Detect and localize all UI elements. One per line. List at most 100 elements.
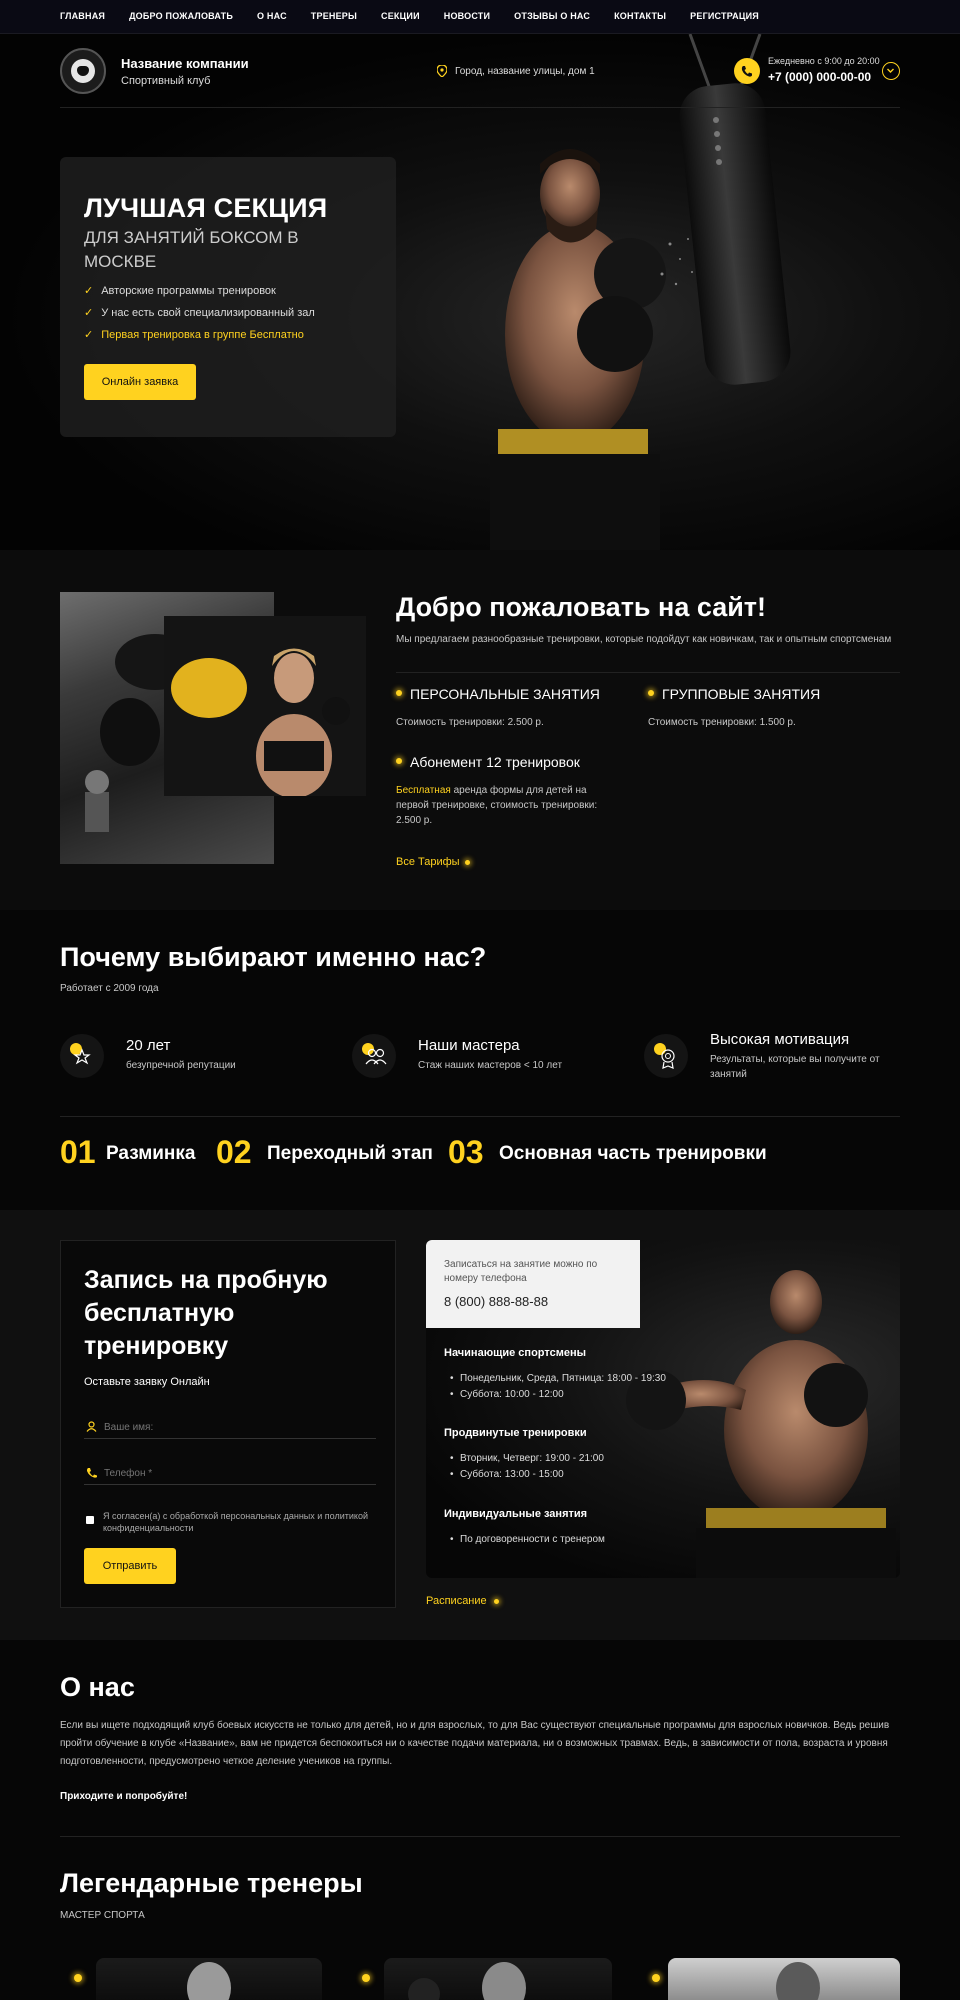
nav-item-contacts[interactable]: КОНТАКТЫ bbox=[614, 11, 666, 21]
nav-item-welcome[interactable]: ДОБРО ПОЖАЛОВАТЬ bbox=[129, 11, 233, 21]
welcome-title: Добро пожаловать на сайт! bbox=[396, 592, 767, 622]
feature-title: Высокая мотивация bbox=[710, 1031, 850, 1048]
team-icon bbox=[362, 1043, 387, 1065]
bullet-dot-icon bbox=[396, 690, 402, 696]
step-number: 01 bbox=[60, 1134, 96, 1170]
why-title: Почему выбирают именно нас? bbox=[60, 942, 487, 972]
trainer-photo[interactable] bbox=[668, 1958, 900, 2000]
hero-check-item: ✓ Первая тренировка в группе Бесплатно bbox=[84, 329, 304, 341]
hero-check-item: ✓ Авторские программы тренировок bbox=[84, 285, 276, 297]
about-cta: Приходите и попробуйте! bbox=[60, 1791, 188, 1802]
feature-icon-bg bbox=[644, 1034, 688, 1078]
service-desc: Бесплатная аренда формы для детей на пер… bbox=[396, 785, 598, 826]
about-text: Если вы ищете подходящий клуб боевых иск… bbox=[60, 1720, 890, 1767]
top-navigation: ГЛАВНАЯ ДОБРО ПОЖАЛОВАТЬ О НАС ТРЕНЕРЫ С… bbox=[0, 0, 960, 34]
female-boxer-image bbox=[164, 616, 366, 796]
address-text: Город, название улицы, дом 1 bbox=[455, 66, 595, 77]
welcome-text: Мы предлагаем разнообразные тренировки, … bbox=[396, 634, 892, 645]
nav-item-news[interactable]: НОВОСТИ bbox=[444, 11, 490, 21]
why-subtitle: Работает с 2009 года bbox=[60, 983, 159, 994]
schedule-group-title: Продвинутые тренировки bbox=[444, 1427, 587, 1439]
feature-desc: безупречной репутации bbox=[126, 1060, 236, 1071]
nav-item-sections[interactable]: СЕКЦИИ bbox=[381, 11, 420, 21]
service-price: Стоимость тренировки: 1.500 р. bbox=[648, 717, 796, 728]
name-input-underline bbox=[84, 1438, 376, 1439]
hero-check-item: ✓ У нас есть свой специализированный зал bbox=[84, 307, 315, 319]
schedule-link[interactable]: Расписание bbox=[426, 1595, 487, 1607]
feature-title: 20 лет bbox=[126, 1037, 171, 1054]
schedule-item: Суббота: 13:00 - 15:00 bbox=[450, 1469, 564, 1480]
feature-title: Наши мастера bbox=[418, 1037, 520, 1054]
contacts-dropdown-button[interactable] bbox=[882, 62, 900, 80]
schedule-item: Понедельник, Среда, Пятница: 18:00 - 19:… bbox=[450, 1373, 666, 1384]
trainer-dot-icon bbox=[362, 1974, 370, 1982]
step-label: Разминка bbox=[106, 1143, 196, 1164]
step-label: Переходный этап bbox=[267, 1143, 433, 1164]
trainer-dot-icon bbox=[652, 1974, 660, 1982]
schedule-item: По договоренности с тренером bbox=[450, 1534, 605, 1545]
nav-item-home[interactable]: ГЛАВНАЯ bbox=[60, 11, 105, 21]
nav-item-register[interactable]: РЕГИСТРАЦИЯ bbox=[690, 11, 759, 21]
welcome-divider bbox=[396, 672, 900, 673]
trainer-image bbox=[408, 1962, 526, 2000]
step-label: Основная часть тренировки bbox=[499, 1143, 767, 1164]
trainer-dot-icon bbox=[74, 1974, 82, 1982]
consent-checkbox[interactable] bbox=[86, 1516, 94, 1524]
online-request-button[interactable]: Онлайн заявка bbox=[84, 364, 196, 400]
hero-title: ЛУЧШАЯ СЕКЦИЯ bbox=[84, 193, 328, 223]
all-tariffs-link[interactable]: Все Тарифы bbox=[396, 856, 460, 868]
name-input[interactable] bbox=[104, 1418, 376, 1436]
working-hours: Ежедневно с 9:00 до 20:00 bbox=[768, 56, 880, 66]
nav-item-reviews[interactable]: ОТЗЫВЫ О НАС bbox=[514, 11, 590, 21]
hero-subtitle: ДЛЯ ЗАНЯТИЙ БОКСОМ В МОСКВЕ bbox=[84, 228, 299, 271]
bullet-dot-icon bbox=[648, 690, 654, 696]
service-price: Стоимость тренировки: 2.500 р. bbox=[396, 717, 544, 728]
schedule-item: Суббота: 10:00 - 12:00 bbox=[450, 1389, 564, 1400]
trial-form-title: Запись на пробную бесплатную тренировку bbox=[84, 1266, 328, 1360]
phone-input[interactable] bbox=[104, 1464, 376, 1482]
trainer-photo[interactable] bbox=[384, 1958, 612, 2000]
about-title: О нас bbox=[60, 1672, 135, 1702]
trainers-title: Легендарные тренеры bbox=[60, 1868, 363, 1898]
phone-button[interactable] bbox=[734, 58, 760, 84]
trainer-photo[interactable] bbox=[96, 1958, 322, 2000]
chevron-down-icon bbox=[887, 68, 894, 73]
check-icon: ✓ bbox=[84, 329, 94, 341]
about-divider bbox=[60, 1836, 900, 1837]
schedule-group-title: Индивидуальные занятия bbox=[444, 1508, 588, 1520]
phone-icon bbox=[86, 1468, 97, 1478]
header-phone-number[interactable]: +7 (000) 000-00-00 bbox=[768, 70, 871, 84]
schedule-group-title: Начинающие спортсмены bbox=[444, 1347, 587, 1359]
submit-button[interactable]: Отправить bbox=[84, 1548, 176, 1584]
step-number: 02 bbox=[216, 1134, 252, 1170]
nav-item-about[interactable]: О НАС bbox=[257, 11, 287, 21]
consent-text: Я согласен(а) с обработкой персональных … bbox=[103, 1511, 368, 1533]
tip-phone[interactable]: 8 (800) 888-88-88 bbox=[444, 1294, 548, 1309]
service-title: ГРУППОВЫЕ ЗАНЯТИЯ bbox=[662, 686, 821, 702]
check-icon: ✓ bbox=[84, 285, 94, 297]
boxer-punch-image bbox=[626, 1270, 896, 1578]
company-name: Название компании bbox=[121, 56, 249, 71]
step-number: 03 bbox=[448, 1134, 484, 1170]
bullet-dot-icon bbox=[396, 758, 402, 764]
company-subtitle: Спортивный клуб bbox=[121, 75, 211, 87]
tip-text: Записаться на занятие можно по номеру те… bbox=[444, 1259, 598, 1284]
hero-boxer-image bbox=[490, 34, 791, 550]
why-divider bbox=[60, 1116, 900, 1117]
trainer-image bbox=[187, 1962, 231, 2000]
company-logo[interactable] bbox=[60, 48, 106, 94]
female-boxer-photo bbox=[164, 616, 366, 796]
trial-form-subtitle: Оставьте заявку Онлайн bbox=[84, 1376, 210, 1388]
link-dot-icon bbox=[465, 860, 470, 865]
trainer-image bbox=[776, 1962, 820, 2000]
feature-icon-bg bbox=[60, 1034, 104, 1078]
service-title: ПЕРСОНАЛЬНЫЕ ЗАНЯТИЯ bbox=[410, 686, 600, 702]
medal-icon bbox=[654, 1043, 675, 1069]
feature-desc: Результаты, которые вы получите от занят… bbox=[710, 1054, 880, 1080]
nav-menu: ГЛАВНАЯ ДОБРО ПОЖАЛОВАТЬ О НАС ТРЕНЕРЫ С… bbox=[60, 11, 759, 21]
service-title: Абонемент 12 тренировок bbox=[410, 754, 580, 770]
phone-icon bbox=[741, 66, 752, 77]
nav-item-trainers[interactable]: ТРЕНЕРЫ bbox=[311, 11, 357, 21]
trainers-subtitle: МАСТЕР СПОРТА bbox=[60, 1910, 145, 1921]
phone-input-underline bbox=[84, 1484, 376, 1485]
